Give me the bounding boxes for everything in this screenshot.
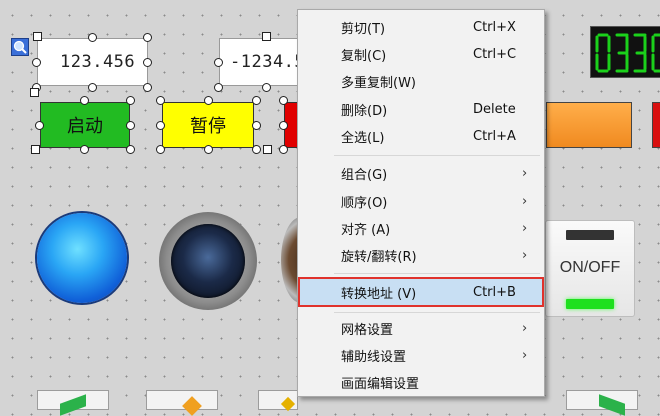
menu-item-group[interactable]: 组合(G) › <box>298 160 544 186</box>
resize-handle[interactable] <box>279 121 288 130</box>
resize-handle[interactable] <box>156 96 165 105</box>
resize-handle[interactable] <box>126 121 135 130</box>
resize-handle[interactable] <box>31 145 40 154</box>
red-button-right[interactable] <box>652 102 660 148</box>
context-menu: 剪切(T) Ctrl+X 复制(C) Ctrl+C 多重复制(W) 删除(D) … <box>297 9 545 397</box>
segment-display[interactable] <box>590 26 660 78</box>
menu-item-screen-edit-settings[interactable]: 画面编辑设置 <box>298 369 544 395</box>
resize-handle[interactable] <box>204 96 213 105</box>
menu-item-multi-copy[interactable]: 多重复制(W) <box>298 68 544 94</box>
pause-button-label: 暂停 <box>190 116 226 137</box>
submenu-arrow-icon: › <box>522 320 528 336</box>
numeric-display-2-value: -1234.5 <box>230 52 306 72</box>
resize-handle[interactable] <box>252 96 261 105</box>
menu-item-cut[interactable]: 剪切(T) Ctrl+X <box>298 14 544 40</box>
resize-handle[interactable] <box>30 88 39 97</box>
dark-indicator-lamp[interactable] <box>159 212 257 310</box>
submenu-arrow-icon: › <box>522 347 528 363</box>
submenu-arrow-icon: › <box>522 165 528 181</box>
menu-separator <box>334 273 540 274</box>
resize-handle[interactable] <box>35 121 44 130</box>
resize-handle[interactable] <box>214 58 223 67</box>
resize-handle[interactable] <box>263 145 272 154</box>
orange-button[interactable] <box>546 102 632 148</box>
bottom-tile-1[interactable] <box>37 390 109 416</box>
resize-handle[interactable] <box>126 96 135 105</box>
blue-indicator-lamp[interactable] <box>37 213 127 303</box>
menu-item-label: 对齐 (A) <box>341 222 391 238</box>
menu-item-shortcut: Ctrl+A <box>473 128 516 144</box>
menu-item-label: 复制(C) <box>341 48 387 64</box>
menu-item-label: 多重复制(W) <box>341 75 416 91</box>
menu-item-shortcut: Ctrl+C <box>473 46 517 62</box>
resize-handle[interactable] <box>80 96 89 105</box>
resize-handle[interactable] <box>88 33 97 42</box>
resize-handle[interactable] <box>252 121 261 130</box>
menu-item-label: 旋转/翻转(R) <box>341 249 417 265</box>
resize-handle[interactable] <box>143 83 152 92</box>
resize-handle[interactable] <box>262 32 271 41</box>
resize-handle[interactable] <box>32 58 41 67</box>
menu-item-order[interactable]: 顺序(O) › <box>298 188 544 214</box>
bottom-tile-3[interactable] <box>258 390 298 412</box>
resize-handle[interactable] <box>156 145 165 154</box>
menu-item-label: 顺序(O) <box>341 195 388 211</box>
menu-item-label: 剪切(T) <box>341 21 386 37</box>
resize-handle[interactable] <box>88 83 97 92</box>
resize-handle[interactable] <box>204 145 213 154</box>
start-button-label: 启动 <box>67 116 103 137</box>
menu-item-label: 全选(L) <box>341 130 385 146</box>
menu-item-align[interactable]: 对齐 (A) › <box>298 215 544 241</box>
menu-item-shortcut: Delete <box>473 101 516 117</box>
onoff-switch-top-slot <box>566 230 614 240</box>
menu-item-label: 组合(G) <box>341 167 388 183</box>
submenu-arrow-icon: › <box>522 220 528 236</box>
menu-separator <box>334 312 540 313</box>
menu-item-guideline-settings[interactable]: 辅助线设置 › <box>298 342 544 368</box>
selection-magnifier-icon[interactable] <box>11 38 29 56</box>
resize-handle[interactable] <box>214 83 223 92</box>
resize-handle[interactable] <box>279 96 288 105</box>
menu-item-label: 画面编辑设置 <box>341 376 420 392</box>
menu-item-copy[interactable]: 复制(C) Ctrl+C <box>298 41 544 67</box>
numeric-display-1[interactable]: 123.456 <box>37 38 148 86</box>
menu-item-label: 删除(D) <box>341 103 388 119</box>
menu-item-grid-settings[interactable]: 网格设置 › <box>298 315 544 341</box>
resize-handle[interactable] <box>143 33 152 42</box>
numeric-display-1-value: 123.456 <box>60 52 136 72</box>
resize-handle[interactable] <box>143 58 152 67</box>
menu-item-label: 网格设置 <box>341 322 394 338</box>
resize-handle[interactable] <box>80 145 89 154</box>
submenu-arrow-icon: › <box>522 193 528 209</box>
menu-item-label: 转换地址 (V) <box>341 286 417 302</box>
bottom-tile-4[interactable] <box>566 390 638 416</box>
submenu-arrow-icon: › <box>522 247 528 263</box>
pause-button[interactable]: 暂停 <box>162 102 254 148</box>
resize-handle[interactable] <box>156 121 165 130</box>
resize-handle[interactable] <box>33 32 42 41</box>
menu-item-shortcut: Ctrl+X <box>473 19 516 35</box>
resize-handle[interactable] <box>262 83 271 92</box>
menu-item-delete[interactable]: 删除(D) Delete <box>298 96 544 122</box>
resize-handle[interactable] <box>126 145 135 154</box>
menu-item-shortcut: Ctrl+B <box>473 284 516 300</box>
resize-handle[interactable] <box>279 145 288 154</box>
menu-item-rotate-flip[interactable]: 旋转/翻转(R) › <box>298 242 544 268</box>
resize-handle[interactable] <box>252 145 261 154</box>
menu-separator <box>334 155 540 156</box>
menu-item-convert-address[interactable]: 转换地址 (V) Ctrl+B <box>298 277 544 307</box>
onoff-switch[interactable]: ON/OFF <box>545 220 635 317</box>
menu-item-select-all[interactable]: 全选(L) Ctrl+A <box>298 123 544 149</box>
onoff-switch-green-light <box>566 299 614 309</box>
bottom-tile-2[interactable] <box>146 390 218 416</box>
menu-item-label: 辅助线设置 <box>341 349 407 365</box>
onoff-switch-label: ON/OFF <box>559 259 621 276</box>
start-button[interactable]: 启动 <box>40 102 130 148</box>
